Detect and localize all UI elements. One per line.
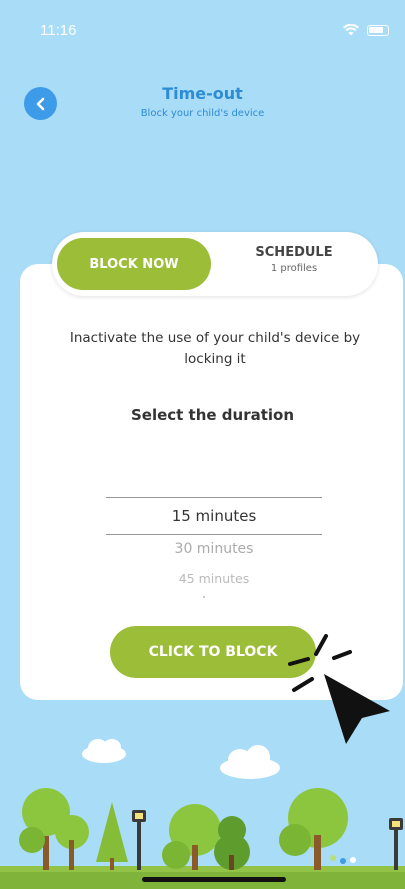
park-scenery-illustration [0, 739, 405, 889]
duration-title: Select the duration [130, 406, 295, 424]
picker-top-divider [106, 497, 322, 498]
block-description: Inactivate the use of your child's devic… [69, 330, 361, 367]
tab-block-now[interactable]: BLOCK NOW [57, 238, 211, 290]
cloud-icon [82, 739, 280, 779]
mode-tabs: BLOCK NOW SCHEDULE 1 profiles [52, 232, 378, 296]
duration-option[interactable]: 45 minutes [106, 571, 322, 586]
tab-schedule-profiles: 1 profiles [270, 263, 318, 274]
picker-more-indicator [203, 596, 205, 598]
duration-option[interactable]: 30 minutes [106, 541, 322, 557]
picker-bottom-divider [106, 534, 322, 535]
home-indicator [142, 877, 286, 882]
status-icons [343, 24, 389, 36]
page-title: Time-out [162, 84, 243, 103]
duration-option-selected[interactable]: 15 minutes [106, 507, 322, 525]
wifi-icon [343, 24, 359, 36]
page-subtitle: Block your child's device [140, 108, 265, 119]
status-time: 11:16 [40, 22, 77, 39]
tab-schedule-label: SCHEDULE [255, 245, 333, 260]
battery-icon [367, 24, 389, 36]
tab-schedule[interactable]: SCHEDULE 1 profiles [218, 240, 370, 288]
status-bar: 11:16 [0, 0, 405, 62]
